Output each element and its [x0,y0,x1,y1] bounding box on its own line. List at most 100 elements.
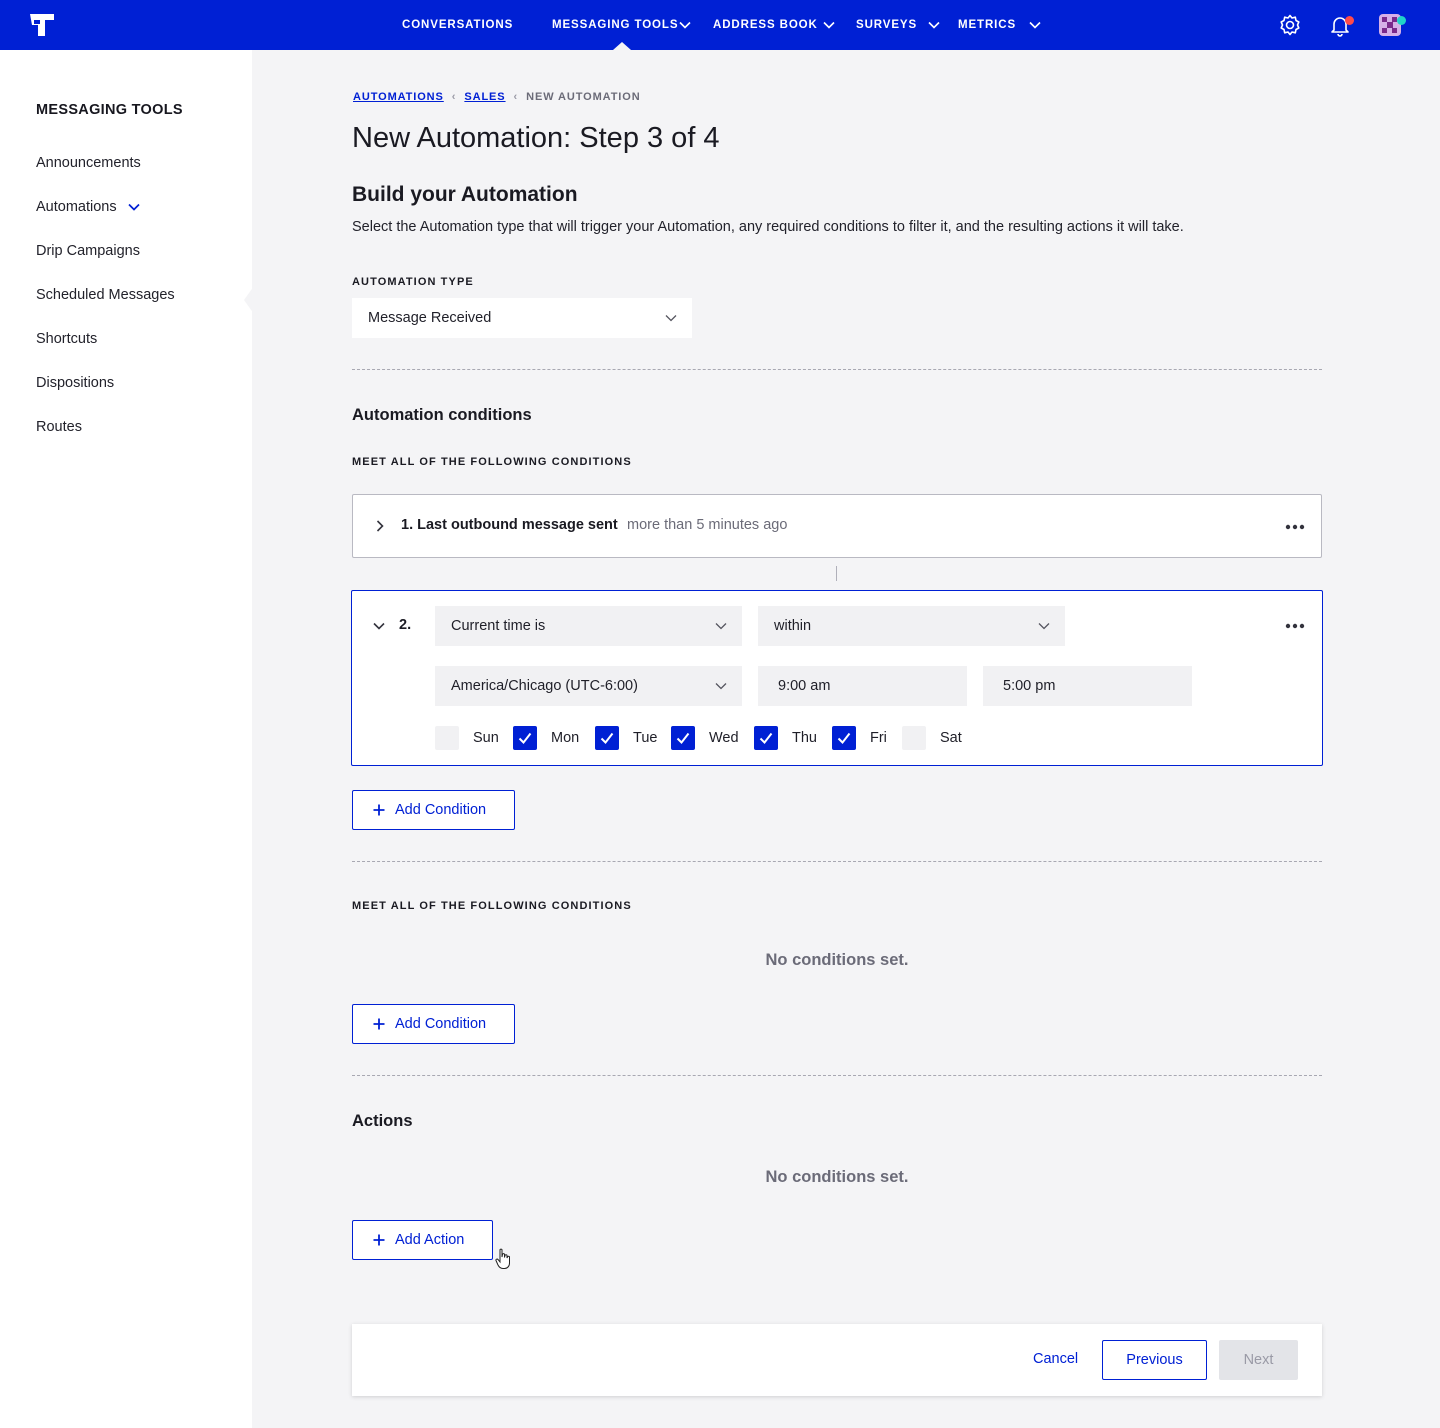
day-checkbox-tue[interactable]: Tue [595,726,657,750]
add-condition-label: Add Condition [395,802,487,818]
day-checkbox-sun[interactable]: Sun [435,726,499,750]
nav-messaging-tools-label: MESSAGING TOOLS [552,19,679,31]
condition-2-number: 2. [399,617,412,633]
checkbox[interactable] [832,726,856,750]
nav-surveys-label: SURVEYS [856,19,918,31]
sidebar-item-scheduled-messages[interactable]: Scheduled Messages [36,287,175,303]
checkbox[interactable] [671,726,695,750]
plus-icon [373,1018,385,1030]
conditions-title: Automation conditions [352,406,532,424]
more-options-icon[interactable] [1285,623,1305,629]
condition-1-label: 1. Last outbound message sent [401,517,618,533]
chevron-down-icon [665,315,677,322]
automation-type-label: AUTOMATION TYPE [352,276,474,288]
section-divider [352,369,1322,370]
nav-messaging-tools[interactable]: MESSAGING TOOLS [552,0,692,50]
more-options-icon[interactable] [1285,524,1305,530]
breadcrumb-current: NEW AUTOMATION [526,91,641,103]
chevron-down-icon[interactable] [372,619,386,633]
condition-operator-value: within [774,618,812,634]
sidebar-item-label: Announcements [36,155,141,171]
day-label: Fri [870,730,887,746]
checkbox[interactable] [435,726,459,750]
nav-surveys[interactable]: SURVEYS [856,0,941,50]
add-action-button[interactable]: Add Action [352,1220,493,1260]
cancel-button[interactable]: Cancel [1033,1351,1078,1367]
sidebar-item-shortcuts[interactable]: Shortcuts [36,331,97,347]
chevron-down-icon [823,21,835,29]
nav-conversations[interactable]: CONVERSATIONS [402,0,513,50]
condition-field-value: Current time is [451,618,546,634]
checkbox[interactable] [754,726,778,750]
day-label: Tue [633,730,658,746]
page-description: Select the Automation type that will tri… [352,219,1184,235]
timezone-select[interactable]: America/Chicago (UTC-6:00) [435,666,742,706]
sidebar-item-drip-campaigns[interactable]: Drip Campaigns [36,243,140,259]
condition-connector [836,566,837,581]
section-divider [352,1075,1322,1076]
nav-address-book[interactable]: ADDRESS BOOK [713,0,836,50]
add-condition-button-1[interactable]: Add Condition [352,790,515,830]
sidebar-item-routes[interactable]: Routes [36,419,82,435]
chevron-left-icon: ‹ [451,91,457,103]
day-checkbox-sat[interactable]: Sat [902,726,962,750]
next-button[interactable]: Next [1219,1340,1298,1380]
add-condition-button-2[interactable]: Add Condition [352,1004,515,1044]
breadcrumb: AUTOMATIONS ‹ SALES ‹ NEW AUTOMATION [353,91,641,103]
previous-button[interactable]: Previous [1102,1340,1207,1380]
sidebar-item-label: Dispositions [36,375,115,391]
sidebar: MESSAGING TOOLS Announcements Automation… [0,50,254,1428]
checkmark-icon [600,732,614,745]
hand-cursor-icon [495,1248,510,1269]
day-checkbox-fri[interactable]: Fri [832,726,887,750]
checkmark-icon [759,732,773,745]
day-label: Mon [551,730,580,746]
automation-type-select[interactable]: Message Received [352,298,692,338]
sidebar-active-indicator [244,286,254,314]
status-dot [1397,16,1406,25]
condition-operator-select[interactable]: within [758,606,1065,646]
timezone-value: America/Chicago (UTC-6:00) [451,678,638,694]
checkmark-icon [676,732,690,745]
breadcrumb-automations[interactable]: AUTOMATIONS [353,91,444,103]
notification-dot [1345,16,1354,25]
checkbox[interactable] [595,726,619,750]
sidebar-item-dispositions[interactable]: Dispositions [36,375,114,391]
end-time-value: 5:00 pm [1003,678,1056,694]
day-checkbox-wed[interactable]: Wed [671,726,739,750]
empty-actions-message: No conditions set. [765,1168,909,1186]
condition-group-1-label: MEET ALL OF THE FOLLOWING CONDITIONS [352,456,632,468]
sidebar-title: MESSAGING TOOLS [36,102,183,118]
start-time-input[interactable]: 9:00 am [758,666,967,706]
day-label: Sun [473,730,499,746]
chevron-down-icon [715,683,727,690]
sidebar-item-label: Scheduled Messages [36,287,175,303]
gear-icon[interactable] [1277,12,1303,38]
automation-type-value: Message Received [368,310,492,326]
nav-metrics[interactable]: METRICS [958,0,1042,50]
condition-1-card[interactable]: 1. Last outbound message sent more than … [352,494,1322,558]
sidebar-item-label: Shortcuts [36,331,98,347]
end-time-input[interactable]: 5:00 pm [983,666,1192,706]
day-checkbox-thu[interactable]: Thu [754,726,817,750]
top-navigation-bar: CONVERSATIONS MESSAGING TOOLS ADDRESS BO… [0,0,1440,50]
breadcrumb-sales[interactable]: SALES [464,91,505,103]
checkbox[interactable] [902,726,926,750]
checkbox[interactable] [513,726,537,750]
nav-conversations-label: CONVERSATIONS [402,19,514,31]
add-condition-label: Add Condition [395,1016,487,1032]
sidebar-item-announcements[interactable]: Announcements [36,155,141,171]
condition-group-2-label: MEET ALL OF THE FOLLOWING CONDITIONS [352,900,632,912]
condition-field-select[interactable]: Current time is [435,606,742,646]
day-checkbox-mon[interactable]: Mon [513,726,579,750]
day-label: Wed [709,730,739,746]
sidebar-item-label: Automations [36,199,117,215]
sidebar-item-automations[interactable]: Automations [36,199,141,215]
logo-icon[interactable] [28,12,56,38]
chevron-down-icon [128,203,140,211]
nav-metrics-label: METRICS [958,19,1017,31]
chevron-right-icon[interactable] [373,519,387,533]
chevron-down-icon [679,21,691,29]
chevron-down-icon [928,21,940,29]
page-title: New Automation: Step 3 of 4 [352,122,720,154]
